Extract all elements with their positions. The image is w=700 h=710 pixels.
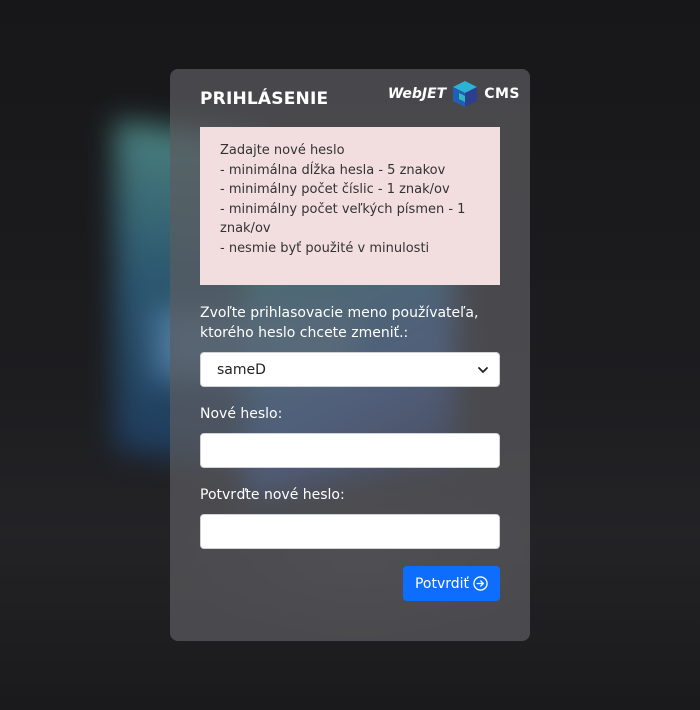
arrow-right-circle-icon	[473, 576, 488, 591]
info-line: - nesmie byť použité v minulosti	[220, 240, 430, 256]
info-line: - minimálna dĺžka hesla - 5 znakov	[220, 162, 446, 178]
login-card: PRIHLÁSENIE WebJET CMS Zadajte nové hesl…	[170, 69, 530, 641]
info-line: - minimálny počet číslic - 1 znak/ov	[220, 182, 450, 197]
new-password-label: Nové heslo:	[200, 406, 283, 422]
logo-text-web: WebJET	[387, 86, 447, 102]
confirm-password-label: Potvrďte nové heslo:	[200, 487, 345, 503]
chevron-down-icon	[478, 366, 488, 373]
username-label-line: ktorého heslo chcete zmeniť.:	[200, 325, 409, 341]
info-line: znak/ov	[220, 221, 271, 236]
page-title: PRIHLÁSENIE	[200, 89, 329, 109]
new-password-input[interactable]	[200, 433, 500, 468]
info-line: Zadajte nové heslo	[220, 143, 345, 158]
info-line: - minimálny počet veľkých písmen - 1	[220, 201, 466, 217]
logo-text-cms: CMS	[484, 86, 520, 102]
submit-button-label: Potvrdiť	[414, 575, 470, 592]
webjet-logo: WebJET CMS	[388, 79, 520, 109]
username-select-label: Zvoľte prihlasovacie meno používateľa, k…	[200, 303, 500, 343]
submit-button[interactable]: Potvrdiť	[403, 566, 500, 601]
logo-cube-icon	[453, 81, 478, 107]
password-requirements-alert: Zadajte nové heslo - minimálna dĺžka hes…	[200, 127, 500, 285]
confirm-password-input[interactable]	[200, 514, 500, 549]
username-select-value: sameD	[217, 361, 266, 378]
username-label-line: Zvoľte prihlasovacie meno používateľa,	[200, 305, 479, 321]
username-select[interactable]: sameD	[200, 352, 500, 387]
